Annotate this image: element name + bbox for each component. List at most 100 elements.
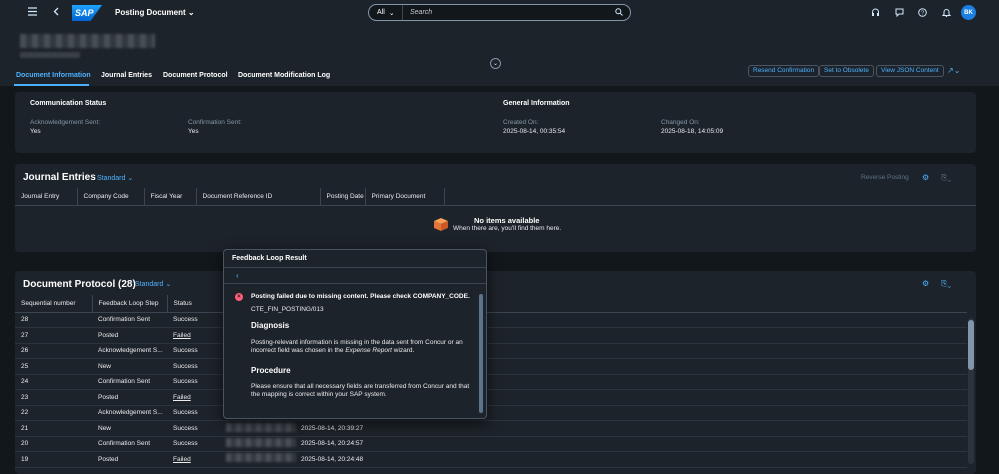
changed-on-value: 2025-08-18, 14:05:09: [661, 128, 724, 135]
journal-entries-table: Journal Entry Company Code Fiscal Year D…: [15, 188, 976, 206]
table-row[interactable]: 23 Posted Failed: [15, 389, 967, 406]
table-row[interactable]: 24 Confirmation Sent Success: [15, 374, 967, 390]
step-cell: New: [92, 358, 167, 375]
redacted-cell: [226, 423, 296, 432]
document-protocol-title: Document Protocol (28): [23, 279, 136, 290]
timestamp-cell: 2025-08-14, 20:39:27: [297, 420, 967, 437]
general-information-title: General Information: [503, 100, 570, 107]
search-field[interactable]: All ⌄ Search: [368, 4, 631, 21]
popover-scrollbar[interactable]: [479, 294, 483, 413]
tab-bar: Document Information Journal Entries Doc…: [0, 68, 999, 86]
document-protocol-table: Sequential number Feedback Loop Step Sta…: [15, 295, 967, 468]
step-cell: Posted: [92, 389, 167, 406]
seq-cell: 26: [15, 343, 92, 359]
seq-cell: 24: [15, 374, 92, 390]
empty-state-text: When there are, you'll find them here.: [453, 225, 562, 232]
communication-status-title: Communication Status: [30, 100, 107, 107]
settings-icon[interactable]: ⚙: [922, 173, 929, 182]
procedure-text: Please ensure that all necessary fields …: [251, 383, 470, 398]
col-document-reference-id[interactable]: Document Reference ID: [196, 188, 321, 206]
error-code: CTE_FIN_POSTING/013: [251, 306, 324, 313]
error-message: Posting failed due to missing content. P…: [251, 293, 470, 300]
col-journal-entry[interactable]: Journal Entry: [15, 188, 78, 206]
journal-entries-title: Journal Entries: [23, 172, 96, 183]
chevron-down-icon: ⌄: [187, 8, 195, 17]
help-icon[interactable]: ?: [918, 8, 927, 19]
table-row[interactable]: 25 New Success: [15, 358, 967, 375]
settings-icon[interactable]: ⚙: [922, 279, 929, 288]
step-cell: Acknowledgement S...: [92, 405, 167, 421]
chevron-down-icon: ⌄: [492, 61, 499, 67]
protocol-variant-select[interactable]: Standard ⌄: [135, 280, 171, 288]
step-cell: Confirmation Sent: [92, 436, 167, 452]
seq-cell: 22: [15, 405, 92, 421]
tab-document-information[interactable]: Document Information: [16, 72, 91, 79]
back-icon[interactable]: [52, 6, 61, 17]
export-icon[interactable]: ⎘⌄: [941, 173, 951, 183]
feedback-loop-result-popover: Feedback Loop Result ‹ × Posting failed …: [223, 249, 487, 419]
redacted-cell: [226, 453, 296, 462]
seq-cell: 20: [15, 436, 92, 452]
export-icon[interactable]: ⎘⌄: [941, 279, 951, 289]
timestamp-cell: 2025-08-14, 20:24:48: [297, 451, 967, 468]
table-row[interactable]: 27 Posted Failed: [15, 327, 967, 344]
step-cell: Confirmation Sent: [92, 312, 167, 328]
search-input[interactable]: Search: [403, 9, 615, 16]
table-row[interactable]: 20 Confirmation Sent Success 2025-08-14, 20…: [15, 436, 967, 452]
col-fiscal-year[interactable]: Fiscal Year: [144, 188, 197, 206]
tab-document-protocol[interactable]: Document Protocol: [163, 72, 228, 79]
search-icon[interactable]: [615, 7, 623, 18]
diagnosis-title: Diagnosis: [251, 321, 290, 330]
seq-cell: 28: [15, 312, 92, 328]
feedback-icon[interactable]: [895, 8, 904, 19]
diagnosis-text: Posting-relevant information is missing …: [251, 339, 463, 354]
table-scrollbar-thumb[interactable]: [968, 320, 974, 370]
created-on-value: 2025-08-14, 00:35:54: [503, 128, 566, 135]
app-title[interactable]: Posting Document ⌄: [115, 8, 195, 17]
col-primary-document[interactable]: Primary Document: [365, 188, 445, 206]
selected-tab-indicator: [14, 84, 89, 86]
journal-variant-select[interactable]: Standard ⌄: [97, 174, 133, 182]
seq-cell: 25: [15, 358, 92, 375]
tab-document-modification-log[interactable]: Document Modification Log: [238, 72, 330, 79]
document-title-redacted: [20, 34, 155, 48]
back-icon: ‹: [236, 271, 239, 280]
empty-state-title: No items available: [474, 216, 540, 225]
search-scope-select[interactable]: All ⌄: [369, 5, 403, 20]
step-cell: New: [92, 420, 167, 437]
error-icon: ×: [235, 293, 243, 301]
procedure-title: Procedure: [251, 366, 291, 375]
menu-icon[interactable]: [27, 6, 38, 17]
user-avatar[interactable]: BK: [961, 5, 976, 20]
col-sequential-number[interactable]: Sequential number: [15, 295, 93, 313]
step-cell: Confirmation Sent: [92, 374, 167, 390]
ack-sent-label: Acknowledgement Sent:: [30, 119, 101, 126]
col-feedback-loop-step[interactable]: Feedback Loop Step: [92, 295, 168, 313]
popover-back-button[interactable]: ‹: [224, 268, 486, 284]
reverse-posting-button[interactable]: Reverse Posting: [861, 174, 909, 181]
chevron-down-icon: ⌄: [388, 9, 395, 17]
document-subtitle-redacted: [20, 52, 80, 58]
seq-cell: 19: [15, 451, 92, 468]
headset-icon[interactable]: [871, 8, 880, 19]
col-posting-date[interactable]: Posting Date: [320, 188, 366, 206]
document-information-section: Communication Status Acknowledgement Sen…: [15, 92, 976, 153]
document-protocol-section: Document Protocol (28) Standard ⌄ ⚙ ⎘⌄ S…: [15, 271, 976, 474]
bell-icon[interactable]: [941, 8, 952, 19]
journal-entries-section: Journal Entries Standard ⌄ Reverse Posti…: [15, 164, 976, 252]
table-row[interactable]: 28 Confirmation Sent Success: [15, 312, 967, 328]
confirmation-sent-label: Confirmation Sent:: [188, 119, 242, 126]
col-company-code[interactable]: Company Code: [77, 188, 145, 206]
table-row[interactable]: 21 New Success 2025-08-14, 20:39:27: [15, 420, 967, 437]
sap-logo: SAP: [72, 5, 102, 21]
confirmation-sent-value: Yes: [188, 128, 199, 135]
tab-journal-entries[interactable]: Journal Entries: [101, 72, 152, 79]
redacted-cell: [226, 438, 296, 447]
seq-cell: 27: [15, 327, 92, 344]
table-row[interactable]: 22 Acknowledgement S... Success: [15, 405, 967, 421]
table-row[interactable]: 26 Acknowledgement S... Success: [15, 343, 967, 359]
svg-text:?: ?: [921, 11, 924, 17]
seq-cell: 23: [15, 389, 92, 406]
table-row[interactable]: 19 Posted Failed 2025-08-14, 20:24:48: [15, 451, 967, 468]
shell-bar: SAP Posting Document ⌄ All ⌄ Search ? BK: [0, 0, 999, 26]
